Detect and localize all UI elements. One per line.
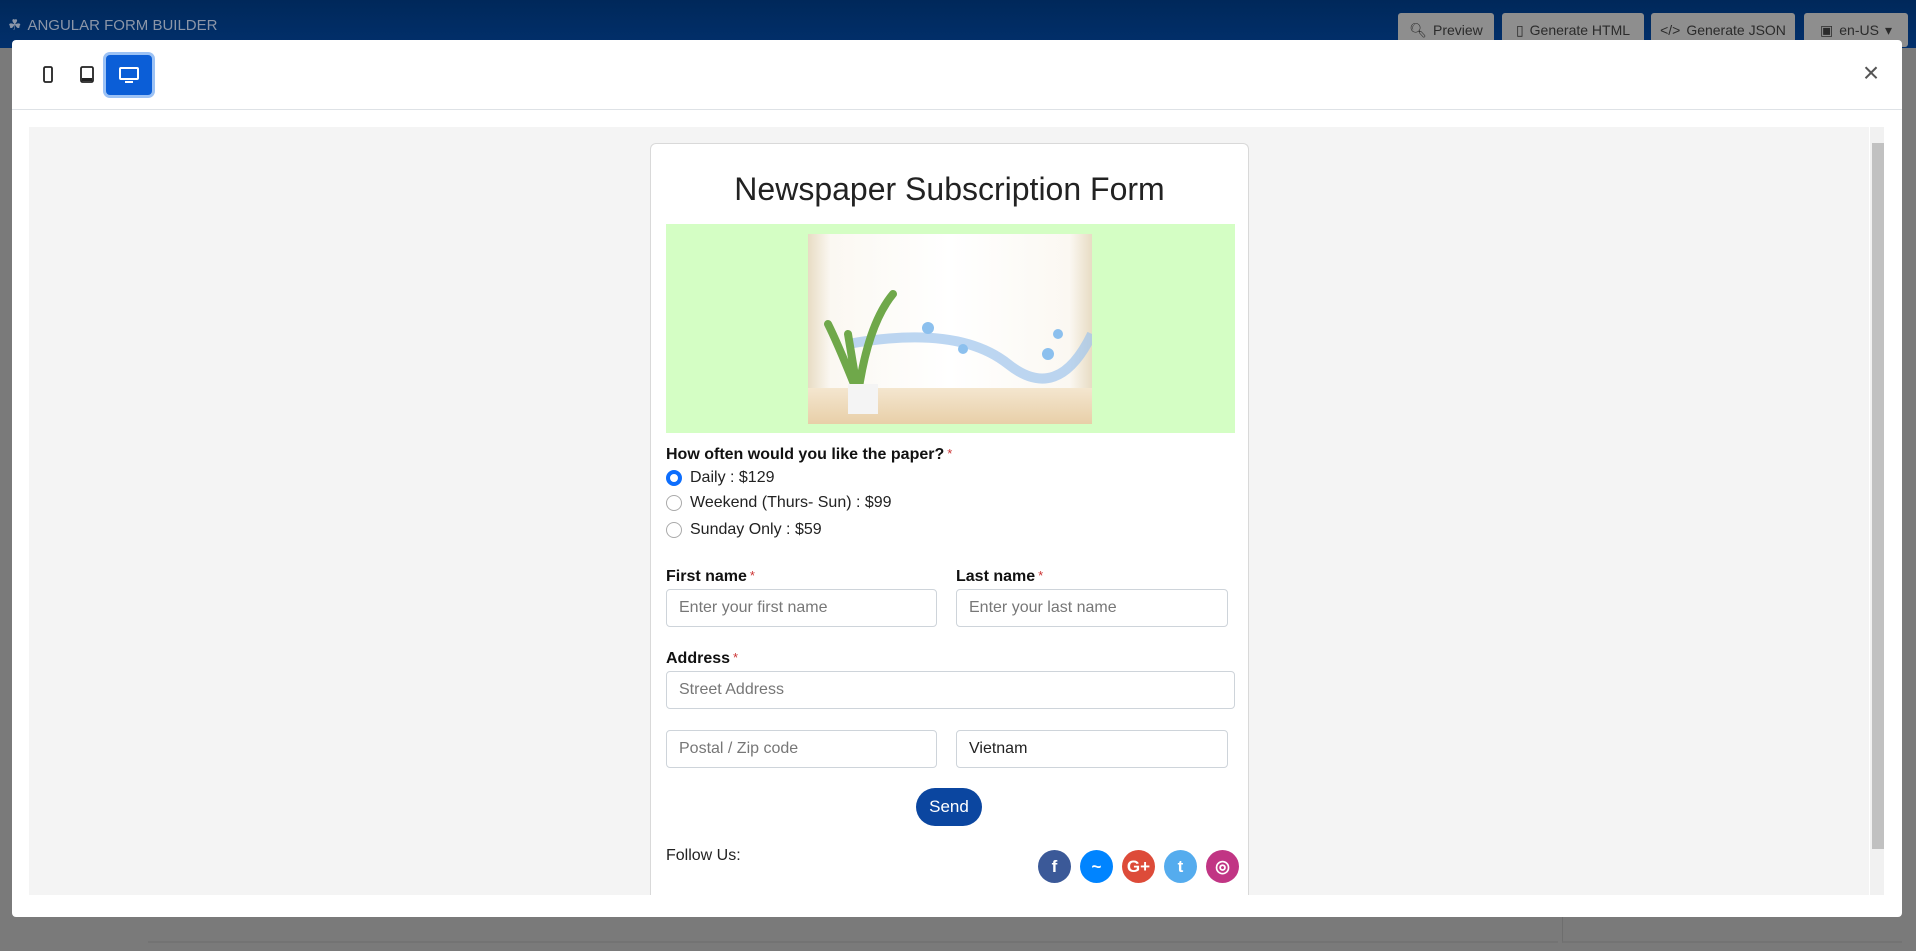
frequency-label: How often would you like the paper? *: [666, 446, 952, 464]
frequency-question: How often would you like the paper?: [666, 446, 945, 463]
close-button[interactable]: ×: [1858, 57, 1884, 88]
generate-html-label: Generate HTML: [1529, 22, 1631, 38]
brand: ☘ ANGULAR FORM BUILDER: [8, 16, 218, 35]
country-input[interactable]: [956, 730, 1228, 768]
twitter-icon[interactable]: t: [1164, 850, 1197, 883]
google-plus-icon[interactable]: G+: [1122, 850, 1155, 883]
modal-header: ×: [12, 40, 1902, 110]
first-name-label: First name *: [666, 568, 755, 586]
required-mark: *: [1038, 568, 1044, 583]
mobile-icon: [43, 66, 53, 83]
radio-label: Sunday Only : $59: [690, 521, 822, 538]
radio-label: Weekend (Thurs- Sun) : $99: [690, 494, 892, 511]
radio-button-checked[interactable]: [666, 470, 682, 486]
tablet-view-button[interactable]: [67, 55, 107, 95]
file-icon: ▯: [1515, 21, 1524, 38]
messenger-icon[interactable]: ~: [1080, 850, 1113, 883]
radio-button[interactable]: [666, 495, 682, 511]
tablet-icon: [80, 66, 94, 83]
first-name-input[interactable]: [666, 589, 937, 627]
radio-weekend[interactable]: Weekend (Thurs- Sun) : $99: [666, 494, 892, 512]
follow-us-label: Follow Us:: [666, 847, 741, 864]
required-mark: *: [733, 650, 739, 665]
form-card: Newspaper Subscription Form How often wo…: [650, 143, 1249, 895]
search-icon: 🔍︎: [1409, 21, 1427, 38]
last-name-label: Last name *: [956, 568, 1043, 586]
first-name-text: First name: [666, 568, 747, 585]
desktop-icon: [119, 67, 139, 83]
language-label: en-US: [1839, 22, 1879, 38]
language-icon: ▣: [1820, 21, 1834, 38]
address-label: Address *: [666, 650, 738, 668]
desktop-view-button[interactable]: [106, 55, 152, 95]
form-preview-area: Newspaper Subscription Form How often wo…: [29, 127, 1869, 895]
form-title: Newspaper Subscription Form: [734, 171, 1165, 207]
scrollbar-thumb[interactable]: [1872, 143, 1884, 849]
close-icon: ×: [1862, 57, 1880, 88]
preview-label: Preview: [1432, 22, 1483, 38]
address-text: Address: [666, 650, 731, 667]
radio-button[interactable]: [666, 522, 682, 538]
street-address-input[interactable]: [666, 671, 1235, 709]
banner: [666, 224, 1235, 433]
app-title: ANGULAR FORM BUILDER: [27, 16, 218, 34]
instagram-icon[interactable]: ◎: [1206, 850, 1239, 883]
logo-icon: ☘: [8, 17, 22, 34]
last-name-input[interactable]: [956, 589, 1228, 627]
facebook-icon[interactable]: f: [1038, 850, 1071, 883]
mobile-view-button[interactable]: [28, 55, 68, 95]
radio-daily[interactable]: Daily : $129: [666, 469, 775, 487]
preview-modal: × Newspaper Subscription Form How often …: [12, 40, 1902, 917]
background-panel-right: [1562, 917, 1902, 943]
postal-code-input[interactable]: [666, 730, 937, 768]
radio-sunday[interactable]: Sunday Only : $59: [666, 521, 822, 539]
required-mark: *: [947, 446, 953, 461]
generate-json-label: Generate JSON: [1686, 22, 1786, 38]
send-button[interactable]: Send: [916, 788, 982, 826]
banner-image: [808, 234, 1092, 424]
background-panel: [148, 917, 1558, 943]
caret-down-icon: ▾: [1884, 21, 1892, 38]
required-mark: *: [749, 568, 755, 583]
radio-label: Daily : $129: [690, 469, 775, 486]
last-name-text: Last name: [956, 568, 1036, 585]
scrollbar[interactable]: [1870, 127, 1884, 895]
code-icon: </>: [1660, 22, 1681, 38]
